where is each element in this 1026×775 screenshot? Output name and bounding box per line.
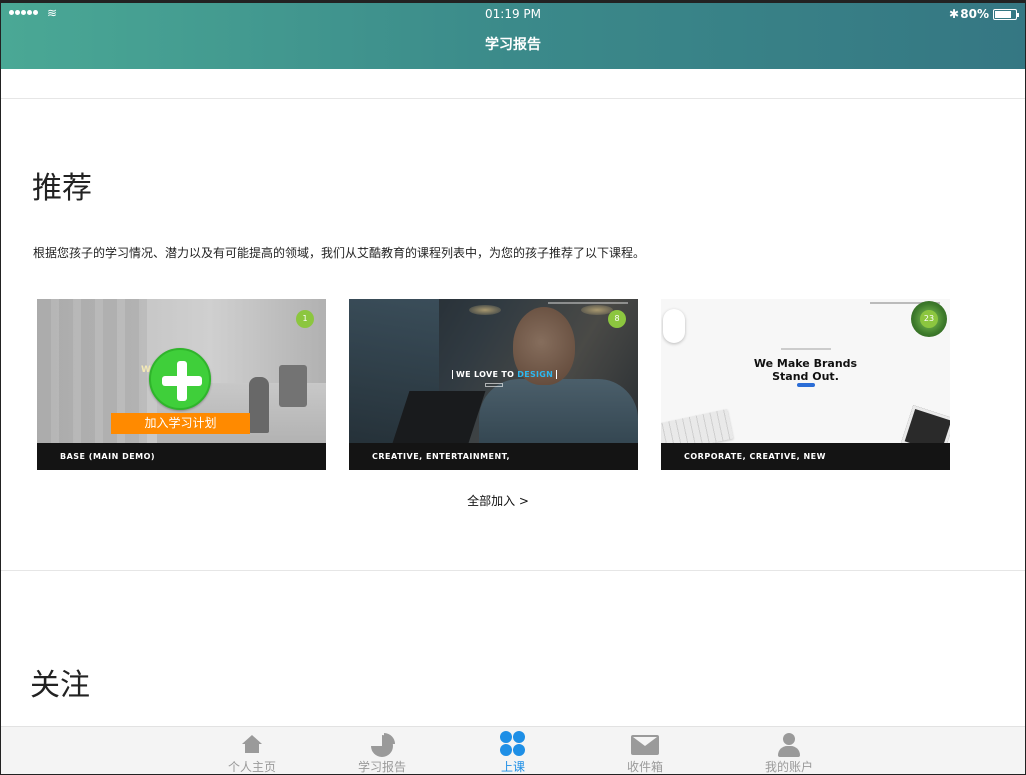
bluetooth-icon: ✱ <box>948 7 959 21</box>
app-screen: ≋ 01:19 PM ✱ 80% 学习报告 推荐 根据您孩子的学习情况、潜力以及… <box>0 0 1026 775</box>
tab-learning-report[interactable]: 学习报告 <box>337 727 427 774</box>
course-caption: CREATIVE, ENTERTAINMENT, <box>349 443 638 470</box>
course-count-badge: 23 <box>920 310 938 328</box>
course-count-badge: 8 <box>608 310 626 328</box>
course-card-corporate[interactable]: We Make Brands Stand Out. 23 CORPORATE, C… <box>661 299 950 470</box>
add-course-icon[interactable] <box>149 348 211 410</box>
course-thumbnail: W YN 1 加入学习计划 <box>37 299 326 443</box>
page-title: 学习报告 <box>485 37 541 53</box>
recommend-description: 根据您孩子的学习情况、潜力以及有可能提高的领域，我们从艾酷教育的课程列表中，为您… <box>33 246 646 260</box>
divider <box>1 98 1025 99</box>
tab-inbox[interactable]: 收件箱 <box>600 727 690 774</box>
course-count-badge: 1 <box>296 310 314 328</box>
thumbnail-headline: We Make Brands Stand Out. <box>753 357 858 383</box>
battery-icon <box>993 9 1019 20</box>
course-caption: CORPORATE, CREATIVE, NEW <box>661 443 950 470</box>
status-time: 01:19 PM <box>485 7 541 21</box>
status-bar: ≋ 01:19 PM ✱ 80% <box>1 6 1025 23</box>
course-card-creative[interactable]: WE LOVE TO DESIGN 8 CREATIVE, ENTERTAINM… <box>349 299 638 470</box>
course-thumbnail: WE LOVE TO DESIGN 8 <box>349 299 638 443</box>
tab-class[interactable]: 上课 <box>468 727 558 774</box>
pie-chart-icon <box>369 733 395 757</box>
recommend-section-title: 推荐 <box>32 171 92 206</box>
course-caption: BASE (MAIN DEMO) <box>37 443 326 470</box>
add-to-plan-button[interactable]: 加入学习计划 <box>111 413 250 434</box>
home-icon <box>239 735 265 757</box>
course-thumbnail: We Make Brands Stand Out. 23 <box>661 299 950 443</box>
mail-icon <box>631 735 659 757</box>
user-icon <box>776 733 802 757</box>
tab-bar: 个人主页 学习报告 上课 收件箱 我的账户 <box>1 726 1025 774</box>
battery-percent: 80% <box>960 7 989 21</box>
header: ≋ 01:19 PM ✱ 80% 学习报告 <box>1 3 1025 69</box>
tab-my-account[interactable]: 我的账户 <box>744 727 834 774</box>
clover-icon <box>500 731 526 757</box>
add-all-link[interactable]: 全部加入 > <box>1 492 1025 509</box>
thumbnail-tagline: WE LOVE TO DESIGN <box>452 370 558 379</box>
follow-section-title: 关注 <box>30 668 90 703</box>
tab-home[interactable]: 个人主页 <box>207 727 297 774</box>
divider <box>1 570 1025 571</box>
course-card-base[interactable]: W YN 1 加入学习计划 BASE (MAIN DEMO) <box>37 299 326 470</box>
